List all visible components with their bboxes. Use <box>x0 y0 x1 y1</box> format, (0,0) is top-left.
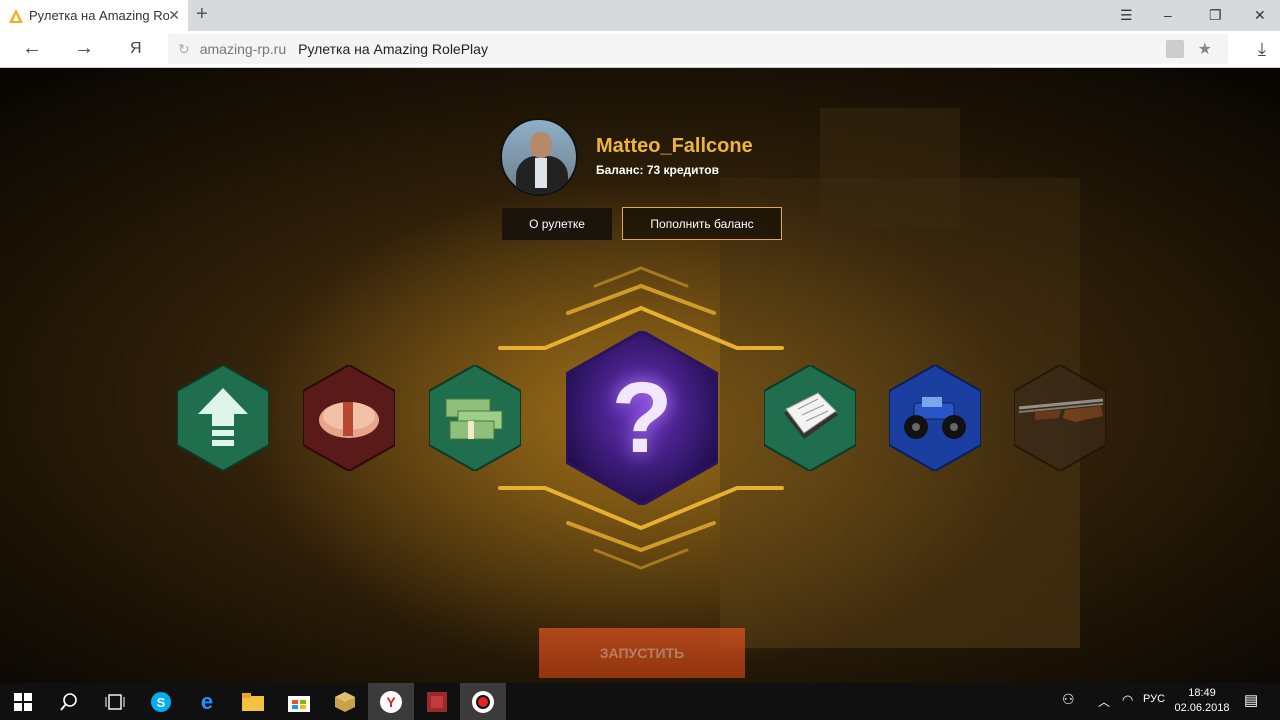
launch-button[interactable]: ЗАПУСТИТЬ <box>539 628 745 678</box>
tab-bar: Рулетка на Amazing Role ✕ + ☰ – ❐ ✕ <box>0 0 1280 31</box>
forward-icon[interactable]: → <box>74 37 94 60</box>
close-window-icon[interactable]: ✕ <box>1254 7 1266 24</box>
back-icon[interactable]: ← <box>22 37 42 60</box>
prize-mystery[interactable]: ? <box>566 331 718 505</box>
close-tab-icon[interactable]: ✕ <box>168 7 180 24</box>
notifications-icon[interactable]: ▤ <box>1244 691 1258 709</box>
address-bar: ← → Я ↻ amazing-rp.ru Рулетка на Amazing… <box>0 31 1280 68</box>
shotgun-icon <box>1018 398 1104 422</box>
url-page-title: Рулетка на Amazing RolePlay <box>298 41 488 57</box>
svg-text:S: S <box>157 695 166 710</box>
tab-title: Рулетка на Amazing Role <box>29 8 169 23</box>
start-icon[interactable] <box>0 683 46 720</box>
tray-expand-icon[interactable]: ︿ <box>1098 693 1110 710</box>
wifi-icon[interactable]: ◠ <box>1122 692 1133 708</box>
clock-time: 18:49 <box>1188 687 1216 699</box>
dollars-icon <box>445 398 503 440</box>
prize-shotgun <box>1014 365 1106 471</box>
recorder-icon[interactable] <box>460 683 506 720</box>
roulette-page: Matteo_Fallcone Баланс: 73 кредитов О ру… <box>0 68 1280 683</box>
people-icon[interactable]: ⚇ <box>1062 691 1075 708</box>
monster-truck-icon <box>904 397 966 439</box>
app-cube-icon[interactable] <box>322 683 368 720</box>
restore-icon[interactable]: ❐ <box>1209 7 1222 24</box>
clock-date: 02.06.2018 <box>1174 702 1230 714</box>
download-icon[interactable]: ⤓ <box>1258 39 1266 60</box>
new-tab-icon[interactable]: + <box>196 3 208 26</box>
prize-level-up <box>177 365 269 471</box>
edge-icon[interactable]: e <box>184 683 230 720</box>
bookmark-star-icon[interactable]: ★ <box>1198 39 1212 59</box>
task-view-icon[interactable] <box>92 683 138 720</box>
clock[interactable]: 18:49 02.06.2018 <box>1170 686 1234 716</box>
reload-icon[interactable]: ↻ <box>178 41 190 58</box>
lock-icon[interactable] <box>1166 40 1184 58</box>
prize-dollars <box>429 365 521 471</box>
url-field[interactable]: ↻ amazing-rp.ru Рулетка на Amazing RoleP… <box>168 34 1228 64</box>
app-red-icon[interactable] <box>414 683 460 720</box>
skype-icon[interactable]: S <box>138 683 184 720</box>
documents-icon <box>784 392 838 439</box>
prize-rubles <box>303 365 395 471</box>
level-up-icon <box>198 388 248 446</box>
mystery-icon: ? <box>611 361 673 474</box>
svg-text:Y: Y <box>386 694 396 710</box>
url-domain: amazing-rp.ru <box>199 41 287 57</box>
search-icon[interactable] <box>46 683 92 720</box>
yandex-browser-icon[interactable]: Y <box>368 683 414 720</box>
windows-taskbar: S e Y ⚇ ︿ ◠ РУС 18:49 02.06.2018 ▤ <box>0 683 1280 720</box>
yandex-logo-icon[interactable]: Я <box>130 40 142 58</box>
browser-tab[interactable]: Рулетка на Amazing Role ✕ <box>0 0 188 31</box>
prize-monster-truck <box>889 365 981 471</box>
language-indicator[interactable]: РУС <box>1143 693 1165 705</box>
rubles-icon <box>319 402 379 438</box>
site-favicon-icon <box>9 8 23 23</box>
file-explorer-icon[interactable] <box>230 683 276 720</box>
store-icon[interactable] <box>276 683 322 720</box>
minimize-icon[interactable]: – <box>1164 7 1172 23</box>
prize-documents <box>764 365 856 471</box>
svg-text:e: e <box>201 691 213 713</box>
menu-icon[interactable]: ☰ <box>1120 7 1133 24</box>
